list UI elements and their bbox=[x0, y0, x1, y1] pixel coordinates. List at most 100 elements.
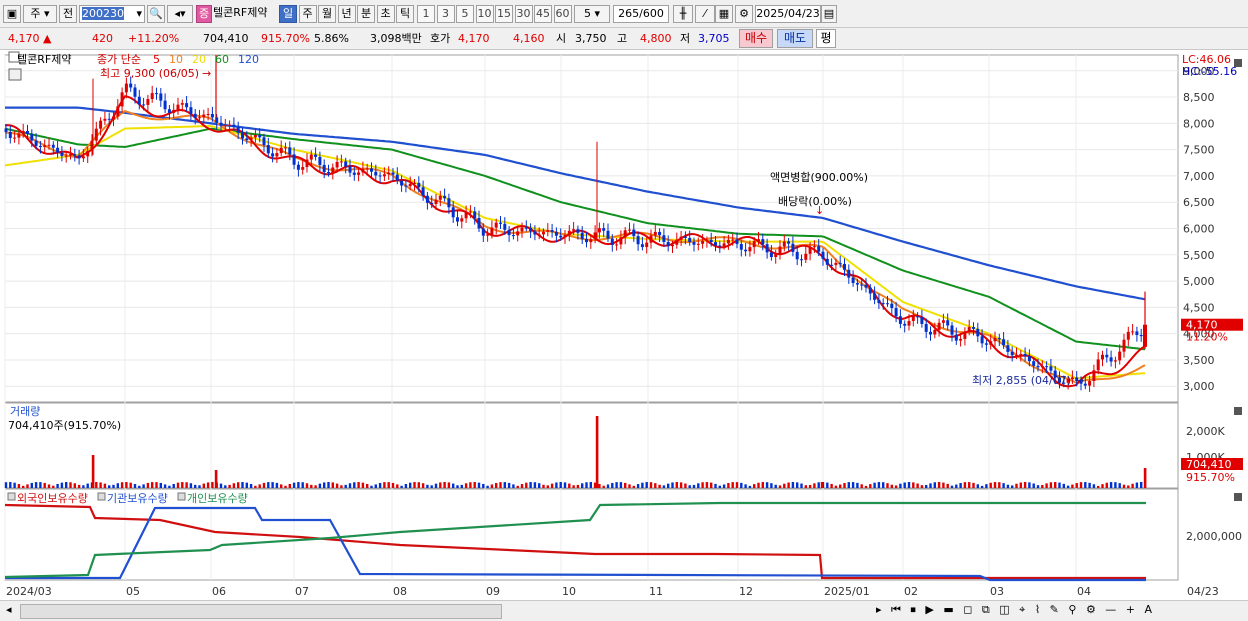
volume-bar bbox=[189, 483, 193, 488]
y-tick-label: 8,000 bbox=[1183, 117, 1215, 130]
tab-4[interactable]: 분 bbox=[357, 5, 375, 23]
sound-icon[interactable]: ◂▾ bbox=[167, 5, 193, 23]
candle-body bbox=[1101, 354, 1104, 360]
info-bar: 4,170 ▲ 420 +11.20% 704,410 915.70% 5.86… bbox=[0, 28, 1248, 50]
x-tick-label: 04 bbox=[1077, 585, 1091, 598]
scroll-left-icon[interactable]: ◂ bbox=[6, 603, 12, 616]
candle-body bbox=[77, 155, 81, 159]
interval-60[interactable]: 60 bbox=[553, 5, 572, 23]
volume-bar bbox=[30, 482, 33, 488]
interval-select[interactable]: 5 ▾ bbox=[574, 5, 610, 23]
volume-bar bbox=[882, 482, 885, 488]
interval-5[interactable]: 5 bbox=[456, 5, 474, 23]
candle-body bbox=[967, 327, 971, 333]
volume-bar bbox=[839, 484, 842, 488]
search-icon[interactable]: 🔍 bbox=[147, 5, 165, 23]
interval-30[interactable]: 30 bbox=[514, 5, 533, 23]
x-tick-label: 08 bbox=[393, 585, 407, 598]
candle-body bbox=[731, 239, 735, 241]
candle-body bbox=[64, 155, 68, 157]
save-icon[interactable]: ▦ bbox=[715, 5, 733, 23]
x-tick-label: 10 bbox=[562, 585, 576, 598]
chart-scrollbar[interactable]: ◂ ▸ ⏮ ⏹ ▶ ▬ ◻ ⧉ ◫ ⌖ ⌇ ✎ ⚲ ⚙ — + A bbox=[0, 600, 1248, 621]
candle-body bbox=[868, 287, 872, 294]
interval-45[interactable]: 45 bbox=[534, 5, 552, 23]
interval-1[interactable]: 1 bbox=[417, 5, 435, 23]
eval-button[interactable]: 평 bbox=[816, 29, 836, 48]
candle-body bbox=[404, 185, 408, 187]
volume-bar bbox=[361, 482, 365, 488]
volume-bar bbox=[258, 484, 261, 488]
volume-bar bbox=[787, 482, 790, 488]
price-close-icon bbox=[1234, 59, 1242, 67]
tab-6[interactable]: 틱 bbox=[396, 5, 414, 23]
volume-bar bbox=[1122, 484, 1126, 488]
holding-legend-0: 외국인보유수량 bbox=[17, 492, 88, 505]
tab-0[interactable]: 일 bbox=[279, 5, 297, 23]
candle-body bbox=[834, 262, 838, 265]
gear-icon[interactable]: ⚙ bbox=[735, 5, 753, 23]
stock-chart[interactable]: 9,0008,5008,0007,5007,0006,5006,0005,500… bbox=[0, 50, 1248, 600]
candle-body bbox=[391, 172, 395, 175]
volume-bar bbox=[903, 482, 906, 488]
candle-body bbox=[456, 217, 459, 222]
volume-bar bbox=[576, 484, 580, 488]
period-select[interactable]: 주 ▾ bbox=[23, 5, 57, 23]
candle-body bbox=[468, 211, 472, 213]
playback-controls[interactable]: ▸ ⏮ ⏹ ▶ ▬ ◻ ⧉ ◫ ⌖ ⌇ ✎ ⚲ ⚙ — + A bbox=[876, 603, 1155, 617]
window-menu-icon[interactable]: ▣ bbox=[3, 5, 21, 23]
volume-bar bbox=[791, 482, 795, 488]
candle-body bbox=[421, 187, 425, 196]
candle-body bbox=[800, 259, 803, 261]
volume-bar bbox=[335, 483, 339, 488]
volume-bar bbox=[667, 483, 670, 488]
y-tick-label: 6,000 bbox=[1183, 223, 1215, 236]
volume-bar bbox=[155, 482, 158, 488]
draw-icon[interactable]: ⁄ bbox=[695, 5, 715, 23]
calendar-icon[interactable]: ▤ bbox=[821, 5, 837, 23]
candle-body bbox=[898, 316, 902, 324]
volume-bar bbox=[998, 482, 1001, 488]
volume-bar bbox=[512, 484, 515, 488]
volume-bar bbox=[559, 482, 562, 488]
stock-name: 텔콘RF제약 bbox=[213, 6, 268, 19]
code-input[interactable]: 200230 ▾ bbox=[79, 5, 145, 23]
tab-1[interactable]: 주 bbox=[298, 5, 317, 23]
candle-body bbox=[357, 172, 361, 175]
volume-bar bbox=[542, 484, 545, 488]
volume-bar bbox=[826, 482, 829, 488]
candle-body bbox=[1096, 359, 1100, 371]
volume-spike-bar bbox=[595, 416, 599, 488]
candle-body bbox=[929, 331, 932, 335]
candle-body bbox=[447, 198, 451, 208]
candle-icon[interactable]: ╫ bbox=[673, 5, 693, 23]
interval-10[interactable]: 10 bbox=[475, 5, 494, 23]
candle-body bbox=[675, 239, 679, 245]
volume-bar bbox=[1109, 482, 1113, 488]
volume-bar bbox=[714, 483, 717, 488]
tab-3[interactable]: 년 bbox=[337, 5, 356, 23]
scroll-thumb[interactable] bbox=[20, 604, 502, 619]
hoga-label: 호가 bbox=[430, 32, 451, 45]
volume-bar bbox=[288, 484, 291, 488]
count-field[interactable]: 265/600 bbox=[613, 5, 669, 23]
date-field[interactable]: 2025/04/23 bbox=[755, 5, 821, 23]
sell-button[interactable]: 매도 bbox=[777, 29, 813, 48]
buy-button[interactable]: 매수 bbox=[739, 29, 773, 48]
interval-15[interactable]: 15 bbox=[495, 5, 513, 23]
candle-body bbox=[722, 243, 726, 247]
candle-body bbox=[787, 241, 791, 244]
candle-body bbox=[210, 113, 214, 118]
tab-5[interactable]: 초 bbox=[376, 5, 395, 23]
volume-bar bbox=[925, 484, 928, 488]
ma-legend-10: 10 bbox=[169, 53, 183, 66]
tab-2[interactable]: 월 bbox=[318, 5, 336, 23]
interval-3[interactable]: 3 bbox=[436, 5, 455, 23]
prev-button[interactable]: 전 bbox=[59, 5, 77, 23]
candle-body bbox=[1122, 339, 1126, 352]
candle-body bbox=[1088, 380, 1092, 386]
candle-body bbox=[640, 244, 644, 248]
volume-bar bbox=[86, 483, 89, 488]
volume-bar bbox=[400, 485, 403, 488]
candle-body bbox=[417, 182, 421, 188]
